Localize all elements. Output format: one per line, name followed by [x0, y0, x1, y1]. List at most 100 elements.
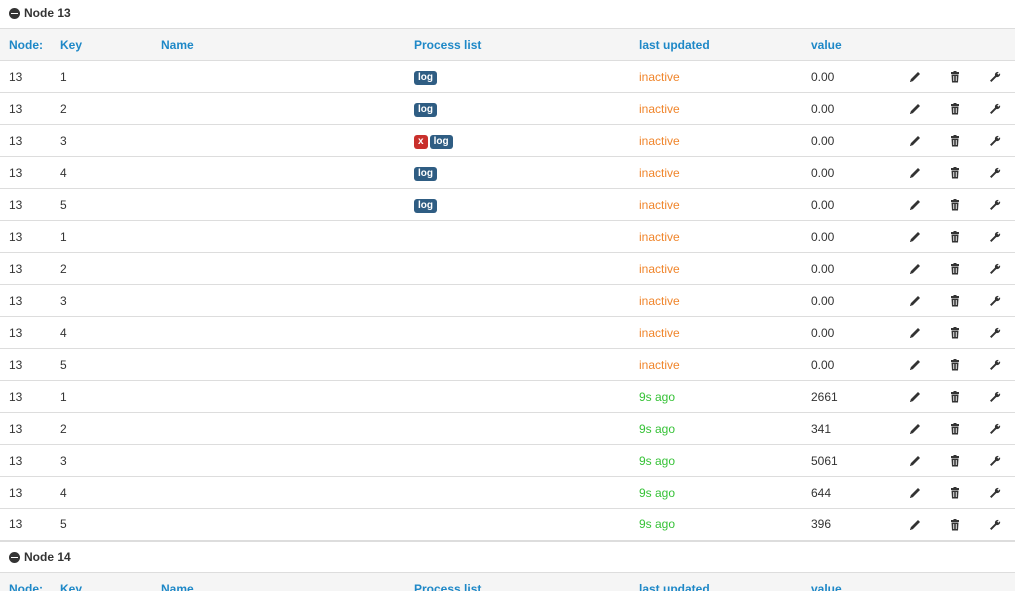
cell-last-updated: 9s ago — [630, 412, 802, 445]
trash-icon[interactable] — [948, 454, 962, 468]
pencil-icon[interactable] — [908, 198, 922, 212]
trash-icon[interactable] — [948, 422, 962, 436]
table-row: 13 5 inactive 0.00 — [0, 348, 1015, 381]
col-process-list[interactable]: Process list — [405, 572, 630, 591]
cell-name — [152, 92, 405, 125]
pencil-icon[interactable] — [908, 134, 922, 148]
node-header-14[interactable]: Node 14 — [0, 544, 1024, 570]
wrench-icon[interactable] — [988, 102, 1002, 116]
cell-process-list — [405, 508, 630, 542]
cell-action — [939, 380, 979, 413]
pencil-icon[interactable] — [908, 230, 922, 244]
cell-node: 13 — [0, 284, 51, 317]
col-value[interactable]: value — [802, 572, 899, 591]
pencil-icon[interactable] — [908, 294, 922, 308]
wrench-icon[interactable] — [988, 454, 1002, 468]
cell-action — [979, 380, 1015, 413]
cell-name — [152, 412, 405, 445]
cell-process-list — [405, 444, 630, 477]
trash-icon[interactable] — [948, 166, 962, 180]
pencil-icon[interactable] — [908, 166, 922, 180]
cell-node: 13 — [0, 412, 51, 445]
cell-key: 1 — [51, 220, 152, 253]
col-key[interactable]: Key — [51, 572, 152, 591]
cell-value: 0.00 — [802, 188, 899, 221]
trash-icon[interactable] — [948, 230, 962, 244]
cell-action — [939, 316, 979, 349]
cell-process-list: log — [405, 92, 630, 125]
pencil-icon[interactable] — [908, 518, 922, 532]
cell-name — [152, 156, 405, 189]
col-name[interactable]: Name — [152, 28, 405, 61]
wrench-icon[interactable] — [988, 70, 1002, 84]
pencil-icon[interactable] — [908, 422, 922, 436]
trash-icon[interactable] — [948, 518, 962, 532]
col-value[interactable]: value — [802, 28, 899, 61]
table-row: 13 3 9s ago 5061 — [0, 444, 1015, 477]
trash-icon[interactable] — [948, 262, 962, 276]
trash-icon[interactable] — [948, 326, 962, 340]
wrench-icon[interactable] — [988, 518, 1002, 532]
wrench-icon[interactable] — [988, 486, 1002, 500]
cell-process-list — [405, 252, 630, 285]
table-row: 13 2 inactive 0.00 — [0, 252, 1015, 285]
pencil-icon[interactable] — [908, 102, 922, 116]
cell-action — [979, 60, 1015, 93]
pencil-icon[interactable] — [908, 326, 922, 340]
cell-action — [899, 92, 939, 125]
cell-key: 2 — [51, 92, 152, 125]
col-node[interactable]: Node: — [0, 28, 51, 61]
pencil-icon[interactable] — [908, 486, 922, 500]
cell-process-list — [405, 348, 630, 381]
wrench-icon[interactable] — [988, 262, 1002, 276]
cell-node: 13 — [0, 380, 51, 413]
wrench-icon[interactable] — [988, 326, 1002, 340]
pencil-icon[interactable] — [908, 454, 922, 468]
trash-icon[interactable] — [948, 358, 962, 372]
cell-node: 13 — [0, 220, 51, 253]
cell-node: 13 — [0, 252, 51, 285]
trash-icon[interactable] — [948, 390, 962, 404]
cell-key: 4 — [51, 476, 152, 509]
col-name[interactable]: Name — [152, 572, 405, 591]
cell-value: 0.00 — [802, 156, 899, 189]
pencil-icon[interactable] — [908, 262, 922, 276]
trash-icon[interactable] — [948, 102, 962, 116]
cell-action — [939, 444, 979, 477]
trash-icon[interactable] — [948, 294, 962, 308]
table-row: 13 4 9s ago 644 — [0, 476, 1015, 509]
table-row: 13 4 log inactive 0.00 — [0, 156, 1015, 189]
trash-icon[interactable] — [948, 70, 962, 84]
col-key[interactable]: Key — [51, 28, 152, 61]
wrench-icon[interactable] — [988, 422, 1002, 436]
cell-node: 13 — [0, 348, 51, 381]
wrench-icon[interactable] — [988, 134, 1002, 148]
col-process-list[interactable]: Process list — [405, 28, 630, 61]
collapse-icon[interactable] — [9, 7, 20, 19]
wrench-icon[interactable] — [988, 358, 1002, 372]
wrench-icon[interactable] — [988, 230, 1002, 244]
process-badge-log: log — [414, 102, 437, 117]
col-last-updated[interactable]: last updated — [630, 572, 802, 591]
cell-name — [152, 508, 405, 542]
trash-icon[interactable] — [948, 198, 962, 212]
node-header-13[interactable]: Node 13 — [0, 0, 1024, 26]
cell-action — [899, 252, 939, 285]
col-node[interactable]: Node: — [0, 572, 51, 591]
pencil-icon[interactable] — [908, 390, 922, 404]
table-row: 13 3 inactive 0.00 — [0, 284, 1015, 317]
table-row: 13 2 9s ago 341 — [0, 412, 1015, 445]
col-last-updated[interactable]: last updated — [630, 28, 802, 61]
pencil-icon[interactable] — [908, 70, 922, 84]
collapse-icon[interactable] — [9, 551, 20, 563]
cell-process-list — [405, 380, 630, 413]
wrench-icon[interactable] — [988, 166, 1002, 180]
wrench-icon[interactable] — [988, 198, 1002, 212]
wrench-icon[interactable] — [988, 390, 1002, 404]
cell-value: 0.00 — [802, 220, 899, 253]
cell-last-updated: 9s ago — [630, 380, 802, 413]
trash-icon[interactable] — [948, 134, 962, 148]
trash-icon[interactable] — [948, 486, 962, 500]
wrench-icon[interactable] — [988, 294, 1002, 308]
pencil-icon[interactable] — [908, 358, 922, 372]
